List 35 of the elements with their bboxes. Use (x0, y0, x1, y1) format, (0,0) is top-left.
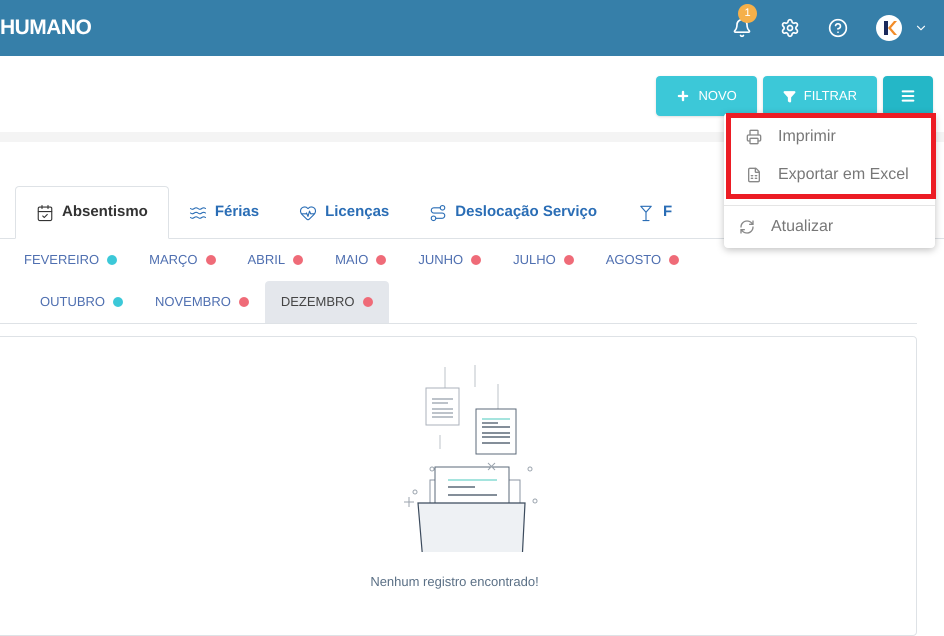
month-tab[interactable]: MAIO (319, 239, 402, 281)
tab[interactable]: Férias (168, 186, 280, 239)
empty-message: Nenhum registro encontrado! (370, 573, 539, 591)
month-tab[interactable]: ABRIL (232, 239, 320, 281)
menu-item[interactable]: Imprimir (731, 118, 931, 156)
tab[interactable]: Absentismo (15, 186, 169, 239)
month-tab[interactable]: NOVEMBRO (139, 281, 265, 323)
month-tab[interactable]: OUTUBRO (24, 281, 139, 323)
excel-file-icon (746, 167, 762, 183)
calendar-check-icon (36, 204, 54, 222)
help-icon[interactable] (828, 18, 848, 38)
notification-icon[interactable] (732, 18, 752, 38)
month-tab[interactable]: JUNHO (402, 239, 498, 281)
tab[interactable]: F (617, 186, 692, 239)
tab[interactable]: Deslocação Serviço (409, 186, 618, 239)
month-tab[interactable]: DEZEMBRO (264, 281, 389, 323)
month-tab[interactable]: MARÇO (133, 239, 232, 281)
tab[interactable]: Licenças (279, 186, 410, 239)
printer-icon (746, 129, 762, 145)
user-avatar-icon[interactable] (876, 15, 902, 41)
heartbeat-icon (299, 204, 318, 222)
refresh-icon (739, 219, 755, 235)
month-tab[interactable]: JULHO (497, 239, 590, 281)
month-tab[interactable]: AGOSTO (590, 239, 696, 281)
settings-icon[interactable] (780, 18, 800, 38)
route-icon (429, 204, 448, 222)
month-tab[interactable]: FEVEREIRO (8, 239, 134, 281)
menu-button[interactable] (883, 76, 933, 116)
notification-badge: 1 (738, 4, 757, 23)
filter-icon (782, 90, 796, 102)
menu-icon (900, 88, 916, 104)
plus-icon (676, 89, 690, 103)
menu-item[interactable]: Atualizar (724, 208, 935, 246)
menu-item[interactable]: Exportar em Excel (731, 156, 931, 194)
app-title: HUMANO (0, 15, 92, 42)
